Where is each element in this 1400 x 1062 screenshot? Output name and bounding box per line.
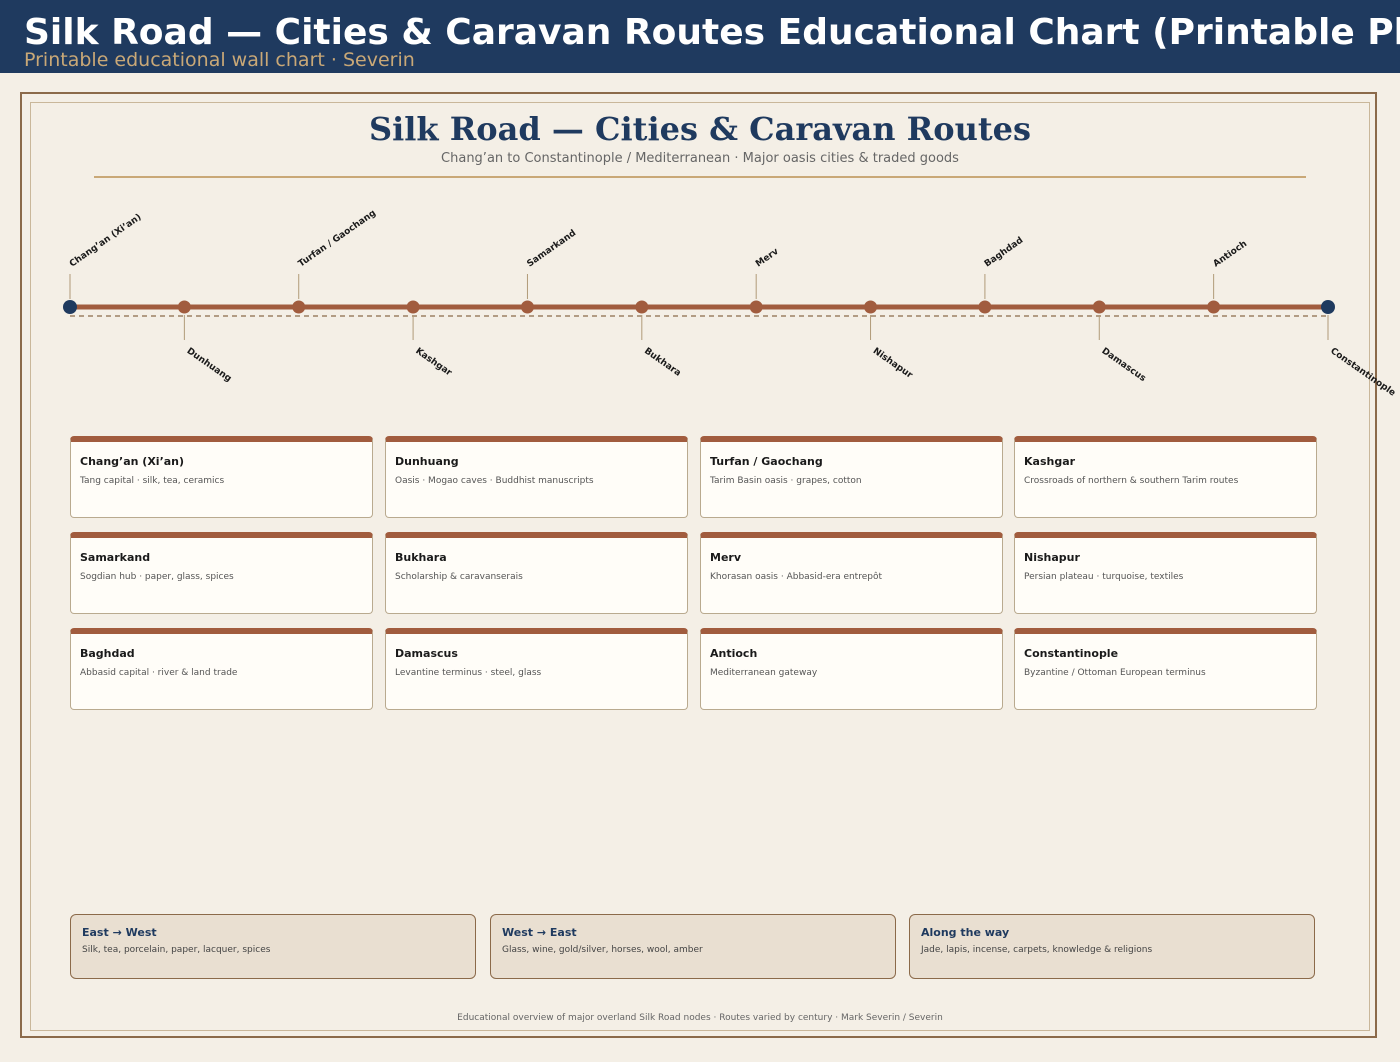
city-card: Damascus Levantine terminus · steel, glas…	[385, 628, 688, 710]
city-card: Merv Khorasan oasis · Abbasid-era entrepô…	[700, 532, 1003, 614]
city-marker	[864, 300, 878, 314]
city-card-description: Sogdian hub · paper, glass, spices	[80, 572, 234, 582]
city-label: Kashgar	[413, 346, 453, 378]
city-card-name: Turfan / Gaochang	[710, 455, 823, 468]
city-label: Samarkand	[525, 228, 578, 269]
city-card-description: Scholarship & caravanserais	[395, 572, 523, 582]
route-timeline: Chang’an (Xi’an) Dunhuang Turfan / Gaochan…	[63, 208, 1397, 399]
city-label: Constantinople	[1328, 346, 1397, 398]
city-marker	[292, 300, 306, 314]
city-label: Turfan / Gaochang	[297, 208, 378, 269]
city-card-name: Nishapur	[1024, 551, 1080, 564]
city-card-description: Levantine terminus · steel, glass	[395, 668, 542, 678]
city-label: Merv	[754, 247, 781, 270]
city-card: Dunhuang Oasis · Mogao caves · Buddhist m…	[385, 436, 688, 518]
header-bar: Silk Road — Cities & Caravan Routes Educ…	[0, 0, 1400, 73]
city-card: Antioch Mediterranean gateway	[700, 628, 1003, 710]
goods-panel-title: West → East	[502, 926, 577, 939]
city-marker	[1207, 300, 1221, 314]
goods-panel-title: East → West	[82, 926, 157, 939]
city-marker	[406, 300, 420, 314]
city-card-description: Mediterranean gateway	[710, 668, 818, 678]
city-marker	[978, 300, 992, 314]
city-card-description: Oasis · Mogao caves · Buddhist manuscrip…	[395, 476, 594, 486]
goods-panel-title: Along the way	[921, 926, 1010, 939]
goods-panel: East → West Silk, tea, porcelain, paper, …	[70, 914, 476, 979]
footer-note: Educational overview of major overland S…	[457, 1013, 943, 1023]
city-card-name: Samarkand	[80, 551, 151, 564]
city-label: Damascus	[1100, 346, 1148, 384]
city-card-name: Bukhara	[395, 551, 447, 564]
city-marker	[1092, 300, 1106, 314]
city-card-description: Tarim Basin oasis · grapes, cotton	[710, 476, 862, 486]
goods-panel-text: Glass, wine, gold/silver, horses, wool, …	[502, 945, 703, 955]
city-card: Baghdad Abbasid capital · river & land tr…	[70, 628, 373, 710]
city-card-description: Abbasid capital · river & land trade	[80, 668, 238, 678]
city-card-description: Crossroads of northern & southern Tarim …	[1024, 476, 1239, 486]
city-card: Constantinople Byzantine / Ottoman Europe…	[1014, 628, 1317, 710]
city-card-name: Kashgar	[1024, 455, 1076, 468]
city-card-name: Merv	[710, 551, 742, 564]
city-card: Kashgar Crossroads of northern & southern…	[1014, 436, 1317, 518]
chart-title: Silk Road — Cities & Caravan Routes	[368, 110, 1032, 148]
city-label: Dunhuang	[185, 346, 233, 384]
city-card-name: Antioch	[710, 647, 758, 660]
city-marker	[635, 300, 649, 314]
city-card-description: Tang capital · silk, tea, ceramics	[80, 476, 225, 486]
city-card-name: Baghdad	[80, 647, 135, 660]
city-card-description: Khorasan oasis · Abbasid-era entrepôt	[710, 572, 882, 582]
city-label: Antioch	[1212, 239, 1249, 269]
city-marker	[177, 300, 191, 314]
city-card: Chang’an (Xi’an) Tang capital · silk, tea…	[70, 436, 373, 518]
city-card-description: Byzantine / Ottoman European terminus	[1024, 668, 1206, 678]
city-label: Bukhara	[642, 346, 682, 378]
city-card-description: Persian plateau · turquoise, textiles	[1024, 572, 1184, 582]
title-divider	[94, 176, 1306, 178]
goods-panel-text: Jade, lapis, incense, carpets, knowledge…	[921, 945, 1153, 955]
chart-subtitle: Chang’an to Constantinople / Mediterrane…	[441, 151, 959, 166]
goods-panel-text: Silk, tea, porcelain, paper, lacquer, sp…	[82, 945, 271, 955]
city-marker	[520, 300, 534, 314]
city-label: Chang’an (Xi’an)	[68, 212, 143, 269]
city-card: Turfan / Gaochang Tarim Basin oasis · gra…	[700, 436, 1003, 518]
city-card: Nishapur Persian plateau · turquoise, tex…	[1014, 532, 1317, 614]
page-subtitle: Printable educational wall chart · Sever…	[24, 49, 415, 71]
goods-panel: West → East Glass, wine, gold/silver, hor…	[490, 914, 896, 979]
city-label: Nishapur	[871, 346, 915, 381]
city-card-name: Chang’an (Xi’an)	[80, 455, 185, 468]
city-marker	[1321, 300, 1335, 314]
city-card-name: Constantinople	[1024, 647, 1119, 660]
city-card-name: Dunhuang	[395, 455, 459, 468]
city-marker	[749, 300, 763, 314]
goods-panel: Along the way Jade, lapis, incense, carpe…	[909, 914, 1315, 979]
city-card-name: Damascus	[395, 647, 458, 660]
city-card: Samarkand Sogdian hub · paper, glass, spi…	[70, 532, 373, 614]
city-card: Bukhara Scholarship & caravanserais	[385, 532, 688, 614]
city-marker	[63, 300, 77, 314]
city-label: Baghdad	[983, 236, 1025, 270]
